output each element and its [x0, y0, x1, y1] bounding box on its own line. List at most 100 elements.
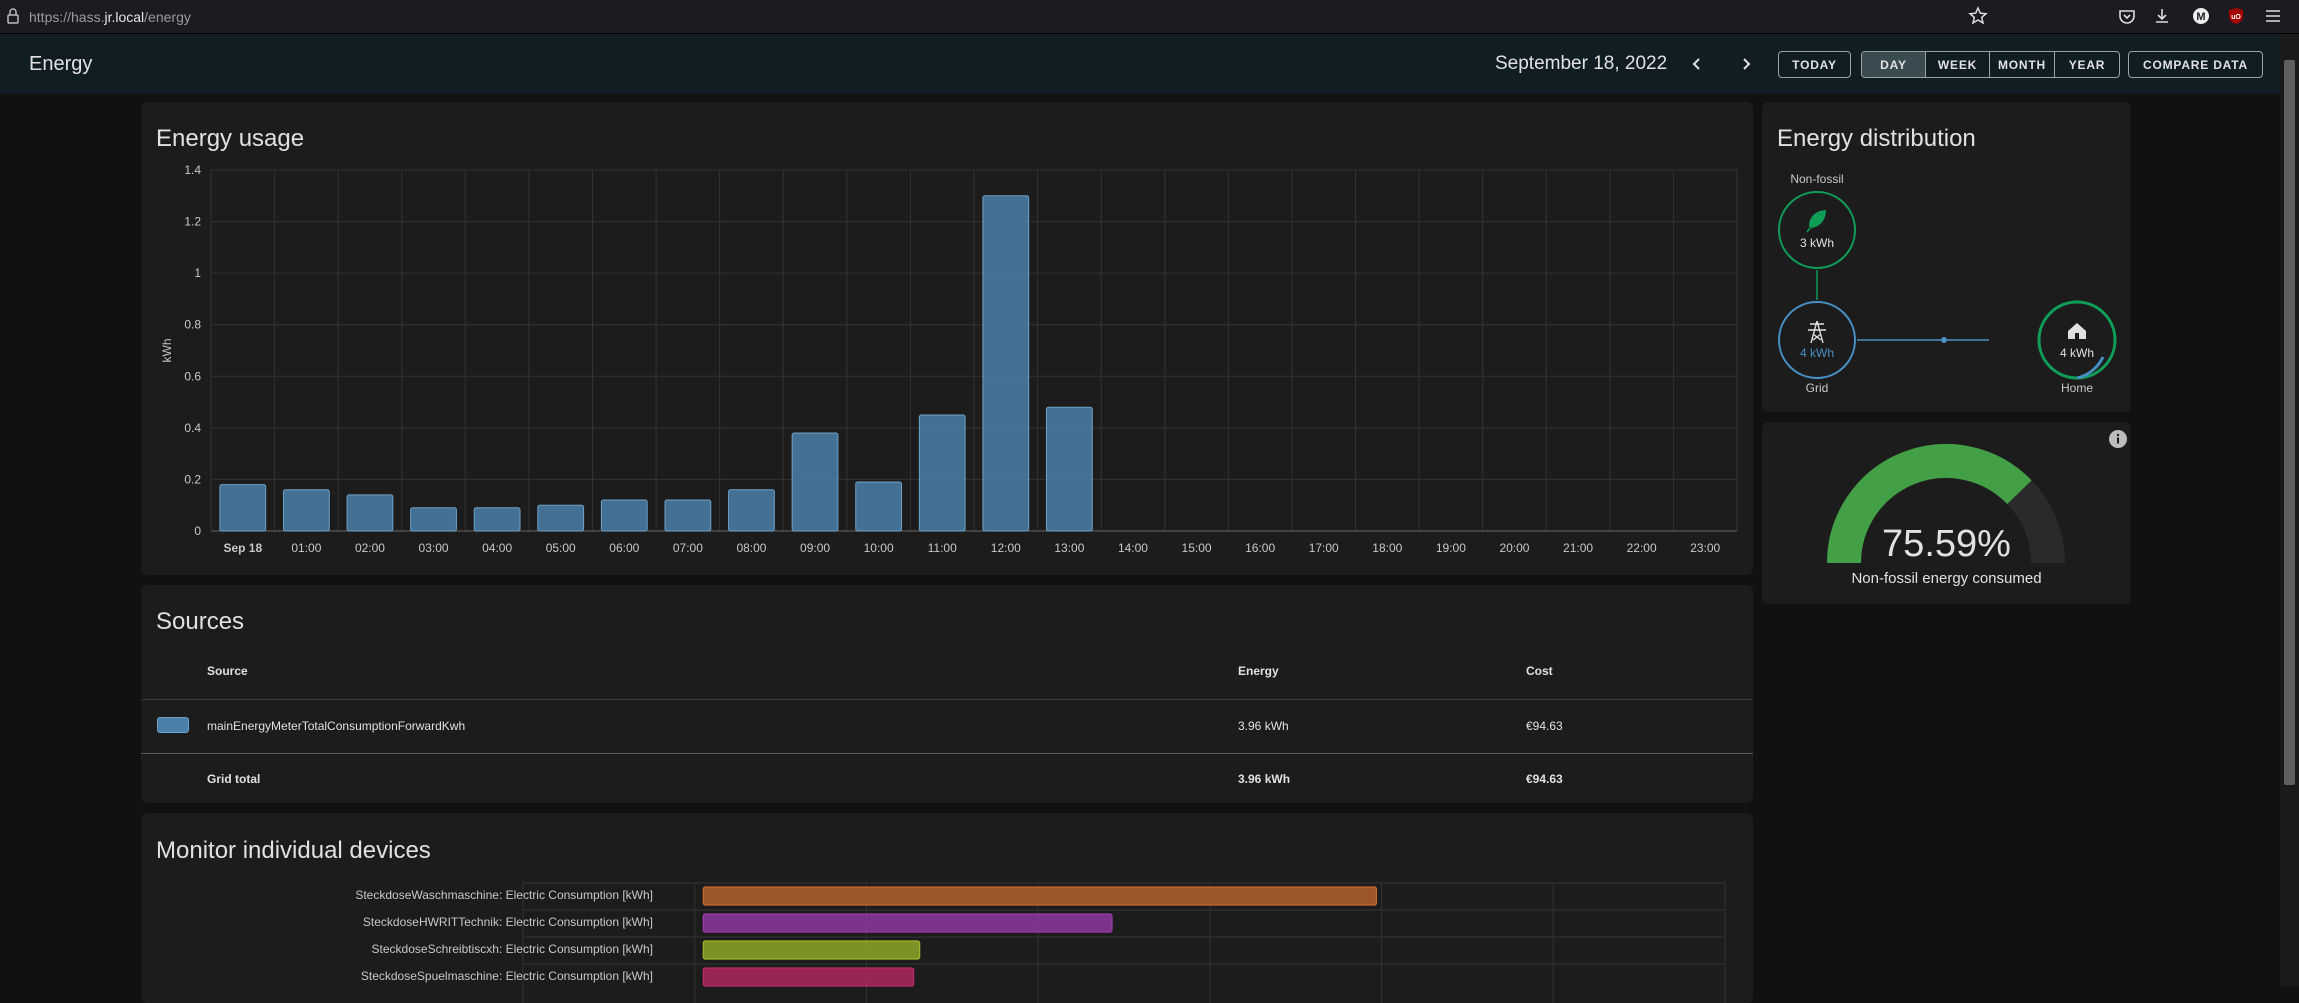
x-tick-label: 03:00: [419, 541, 449, 555]
info-icon[interactable]: [2108, 429, 2128, 449]
usage-bar[interactable]: [537, 504, 585, 532]
url-path: /energy: [144, 9, 191, 25]
usage-bar[interactable]: [1045, 406, 1093, 532]
total-divider: [141, 753, 1753, 754]
address-bar[interactable]: https://hass.jr.local/energy: [29, 9, 191, 25]
transmission-tower-icon: [1808, 320, 1826, 344]
y-axis-label: kWh: [160, 339, 174, 363]
x-tick-label: 17:00: [1309, 541, 1339, 555]
y-tick-label: 0: [194, 524, 201, 538]
usage-bar[interactable]: [918, 414, 966, 532]
compare-data-button[interactable]: COMPARE DATA: [2128, 51, 2263, 78]
usage-bar[interactable]: [219, 484, 267, 532]
device-bar[interactable]: [702, 940, 921, 960]
scrollbar-thumb[interactable]: [2284, 60, 2295, 785]
period-week-button[interactable]: WEEK: [1926, 52, 1990, 77]
device-bar[interactable]: [702, 967, 915, 987]
y-tick-label: 0.2: [184, 472, 201, 486]
lock-icon: [7, 8, 19, 24]
source-cost: €94.63: [1526, 719, 1563, 733]
home-value: 4 kWh: [2059, 346, 2094, 360]
device-label: SteckdoseSchreibtiscxh: Electric Consump…: [371, 942, 653, 956]
x-tick-label: 19:00: [1436, 541, 1466, 555]
download-icon[interactable]: [2152, 6, 2172, 26]
y-tick-label: 1.4: [184, 163, 201, 177]
device-label: SteckdoseSpuelmaschine: Electric Consump…: [360, 969, 653, 983]
y-tick-label: 1: [194, 266, 201, 280]
x-tick-label: 12:00: [991, 541, 1021, 555]
menu-icon[interactable]: [2263, 6, 2283, 26]
x-tick-label: 06:00: [609, 541, 639, 555]
home-icon: [2068, 323, 2086, 339]
y-tick-label: 0.4: [184, 421, 201, 435]
today-button[interactable]: TODAY: [1778, 51, 1851, 78]
energy-column-header: Energy: [1238, 664, 1279, 678]
usage-bar[interactable]: [791, 432, 839, 532]
device-label: SteckdoseHWRITTechnik: Electric Consumpt…: [362, 915, 653, 929]
nonfossil-value: 3 kWh: [1799, 236, 1834, 250]
source-name: mainEnergyMeterTotalConsumptionForwardKw…: [207, 719, 466, 733]
svg-text:uO: uO: [2231, 14, 2241, 21]
x-tick-label: 22:00: [1627, 541, 1657, 555]
period-day-button[interactable]: DAY: [1862, 52, 1926, 77]
x-tick-label: 11:00: [928, 541, 957, 555]
x-tick-label: 10:00: [864, 541, 894, 555]
chevron-right-icon[interactable]: [1735, 53, 1757, 75]
device-bar[interactable]: [702, 913, 1113, 933]
url-domain: jr.local: [104, 9, 145, 25]
x-tick-label: 05:00: [546, 541, 576, 555]
usage-bar[interactable]: [982, 195, 1030, 532]
account-icon[interactable]: M: [2191, 6, 2211, 26]
grid-value: 4 kWh: [1799, 346, 1834, 360]
url-prefix: https://hass.: [29, 9, 105, 25]
source-energy: 3.96 kWh: [1238, 719, 1289, 733]
period-month-button[interactable]: MONTH: [1990, 52, 2055, 77]
grid-total-label: Grid total: [207, 772, 261, 786]
distribution-diagram: [1778, 191, 2117, 380]
period-year-button[interactable]: YEAR: [2055, 52, 2119, 77]
usage-bar[interactable]: [855, 481, 903, 532]
devices-card: Monitor individual devices SteckdoseWasc…: [141, 813, 1753, 1003]
grid-circle[interactable]: [1778, 301, 1856, 379]
x-tick-label: 02:00: [355, 541, 385, 555]
page-title: Energy: [29, 53, 93, 75]
chevron-left-icon[interactable]: [1686, 53, 1708, 75]
x-tick-label: 15:00: [1182, 541, 1212, 555]
nonfossil-circle[interactable]: [1778, 191, 1856, 269]
ublock-icon[interactable]: uO: [2226, 6, 2246, 26]
x-tick-label: 16:00: [1245, 541, 1275, 555]
home-circle[interactable]: [2037, 300, 2117, 380]
energy-distribution-card: Energy distribution Non-fossil 3 kWh 4 k…: [1762, 102, 2131, 412]
leaf-icon: [1806, 210, 1826, 233]
usage-bar[interactable]: [600, 499, 648, 532]
x-tick-label: Sep 18: [223, 541, 262, 555]
grid-total-energy: 3.96 kWh: [1238, 772, 1291, 786]
x-tick-label: 08:00: [736, 541, 766, 555]
x-tick-label: 21:00: [1563, 541, 1593, 555]
browser-toolbar: https://hass.jr.local/energy M uO: [0, 0, 2299, 34]
pocket-icon[interactable]: [2117, 6, 2137, 26]
gauge-value: 75.59%: [1882, 523, 2011, 565]
x-tick-label: 18:00: [1372, 541, 1402, 555]
nonfossil-gauge-card: 75.59% Non-fossil energy consumed: [1762, 422, 2131, 604]
x-tick-label: 01:00: [291, 541, 321, 555]
usage-bar[interactable]: [282, 489, 330, 532]
nonfossil-label: Non-fossil: [1790, 172, 1844, 186]
usage-bar[interactable]: [346, 494, 394, 532]
source-color-swatch: [157, 717, 189, 733]
x-tick-label: 14:00: [1118, 541, 1148, 555]
date-label: September 18, 2022: [1495, 53, 1668, 74]
usage-bar[interactable]: [410, 507, 457, 532]
cost-column-header: Cost: [1526, 664, 1553, 678]
x-tick-label: 04:00: [482, 541, 512, 555]
usage-bar[interactable]: [473, 507, 521, 532]
period-selector: DAY WEEK MONTH YEAR: [1861, 51, 2120, 78]
usage-bar[interactable]: [664, 499, 712, 532]
x-tick-label: 23:00: [1690, 541, 1720, 555]
star-icon[interactable]: [1968, 6, 1988, 26]
usage-bar[interactable]: [728, 489, 775, 532]
sources-title: Sources: [156, 608, 245, 635]
energy-usage-chart: 0 0.2 0.4 0.6 0.8 1 1.2 1.4 kWh Sep 18 01:00 02:00 0…: [160, 163, 1738, 555]
device-bar[interactable]: [702, 886, 1378, 906]
gauge-label: Non-fossil energy consumed: [1851, 570, 2042, 587]
